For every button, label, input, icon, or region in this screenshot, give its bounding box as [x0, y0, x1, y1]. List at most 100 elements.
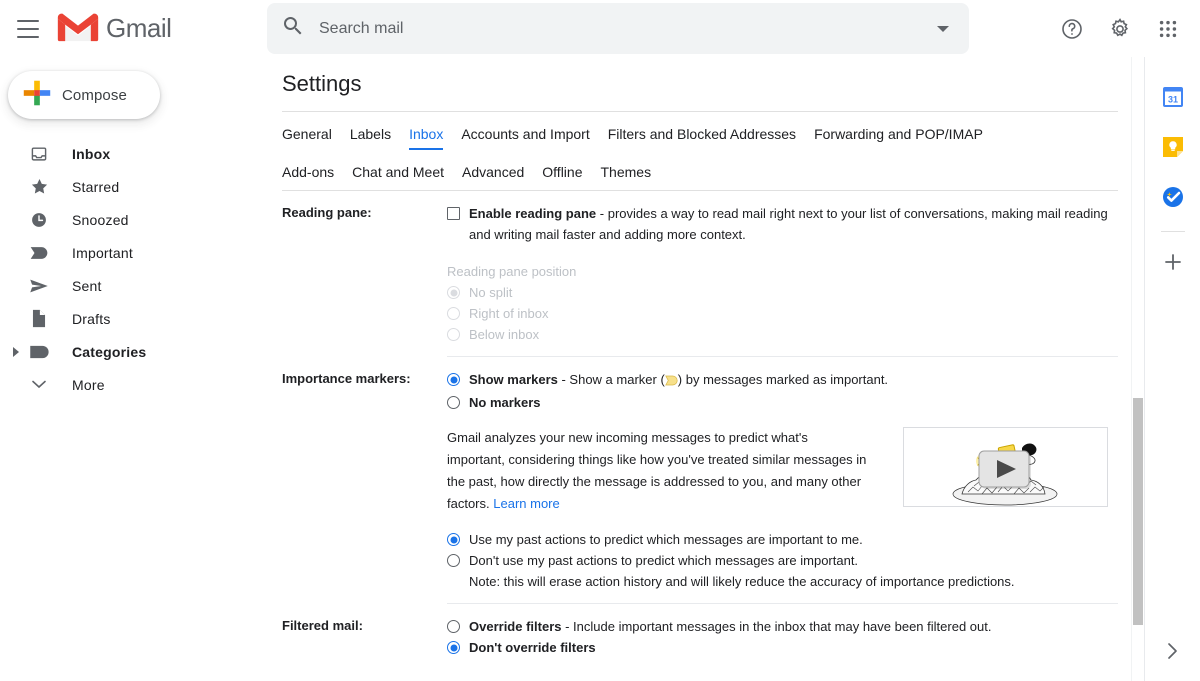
gmail-settings-page: Gmail Search mail Compose Inbox Starred … — [0, 0, 1200, 681]
settings-tabs-row-1: General Labels Inbox Accounts and Import… — [282, 112, 1118, 150]
plus-icon — [8, 76, 54, 115]
filtered-mail-row-label: Filtered mail: — [282, 618, 363, 633]
sidebar-item-label: Snoozed — [72, 211, 129, 228]
brand-label: Gmail — [106, 13, 172, 43]
right-of-inbox-radio — [447, 307, 460, 320]
dont-use-past-actions-label: Don't use my past actions to predict whi… — [469, 553, 859, 568]
below-inbox-radio — [447, 328, 460, 341]
google-apps-grid-icon[interactable] — [1144, 5, 1192, 53]
tab-chat-and-meet[interactable]: Chat and Meet — [352, 158, 444, 188]
label-tag-icon — [26, 345, 52, 359]
sidebar-item-inbox[interactable]: Inbox — [0, 137, 260, 170]
setting-row-reading-pane: Reading pane: Enable reading pane - prov… — [282, 191, 1118, 357]
enable-reading-pane-text: Enable reading pane - provides a way to … — [469, 203, 1118, 245]
tab-filters-and-blocked-addresses[interactable]: Filters and Blocked Addresses — [608, 120, 796, 150]
no-markers-radio[interactable] — [447, 396, 460, 409]
use-past-actions-label: Use my past actions to predict which mes… — [469, 532, 863, 547]
sidebar-item-sent[interactable]: Sent — [0, 269, 260, 302]
google-tasks-icon[interactable] — [1161, 185, 1185, 209]
page-title: Settings — [282, 71, 362, 96]
dont-use-past-actions-option[interactable]: Don't use my past actions to predict whi… — [447, 550, 1118, 592]
dont-override-filters-option[interactable]: Don't override filters — [447, 637, 1118, 658]
sidebar: Compose Inbox Starred Snoozed Important … — [0, 57, 260, 681]
clock-icon — [26, 211, 52, 229]
sidebar-item-snoozed[interactable]: Snoozed — [0, 203, 260, 236]
google-calendar-icon[interactable]: 31 — [1161, 85, 1185, 109]
draft-file-icon — [26, 309, 52, 328]
tab-inbox[interactable]: Inbox — [409, 120, 444, 150]
search-options-chevron-down-icon[interactable] — [923, 9, 963, 49]
tab-general[interactable]: General — [282, 120, 332, 150]
tab-forwarding-and-pop-imap[interactable]: Forwarding and POP/IMAP — [814, 120, 983, 150]
show-markers-desc-post: ) by messages marked as important. — [677, 372, 889, 387]
reading-pane-row-label: Reading pane: — [282, 205, 372, 220]
below-inbox-label: Below inbox — [469, 327, 540, 342]
header-actions — [1048, 0, 1192, 57]
sidebar-item-starred[interactable]: Starred — [0, 170, 260, 203]
sidebar-item-drafts[interactable]: Drafts — [0, 302, 260, 335]
gear-icon[interactable] — [1096, 5, 1144, 53]
tab-add-ons[interactable]: Add-ons — [282, 158, 334, 188]
no-split-radio — [447, 286, 460, 299]
no-markers-label: No markers — [469, 395, 541, 410]
chevron-right-icon[interactable] — [6, 346, 26, 357]
show-markers-text: Show markers - Show a marker () by messa… — [469, 369, 888, 392]
tab-labels[interactable]: Labels — [350, 120, 391, 150]
help-circle-icon[interactable] — [1048, 5, 1096, 53]
enable-reading-pane-option[interactable]: Enable reading pane - provides a way to … — [447, 203, 1118, 245]
search-bar[interactable] — [267, 3, 969, 54]
add-side-panel-plus-icon[interactable] — [1161, 250, 1185, 274]
use-past-actions-option[interactable]: Use my past actions to predict which mes… — [447, 529, 1118, 550]
important-marker-icon — [26, 245, 52, 261]
enable-reading-pane-label: Enable reading pane — [469, 206, 597, 221]
setting-row-importance-markers: Importance markers: Show markers - Show … — [282, 357, 1118, 604]
override-filters-option[interactable]: Override filters - Include important mes… — [447, 616, 1118, 637]
tab-offline[interactable]: Offline — [542, 158, 582, 188]
search-icon[interactable] — [267, 14, 305, 43]
sidebar-item-more[interactable]: More — [0, 368, 260, 401]
play-button-video-thumbnail[interactable]: ! — [903, 427, 1108, 507]
sidebar-item-label: Starred — [72, 178, 120, 195]
importance-explanation-text: Gmail analyzes your new incoming message… — [447, 427, 867, 515]
side-panel-divider — [1160, 231, 1185, 232]
reading-pane-options: Enable reading pane - provides a way to … — [447, 203, 1118, 357]
show-markers-radio[interactable] — [447, 373, 460, 386]
app-header: Gmail — [0, 0, 1200, 57]
importance-markers-row-label: Importance markers: — [282, 371, 411, 386]
sidebar-item-important[interactable]: Important — [0, 236, 260, 269]
section-divider — [447, 603, 1118, 604]
settings-content: Reading pane: Enable reading pane - prov… — [282, 191, 1118, 658]
reading-pane-position-label: Reading pane position — [447, 264, 577, 279]
importance-explanation-block: Gmail analyzes your new incoming message… — [447, 427, 1118, 515]
google-keep-icon[interactable] — [1161, 135, 1185, 159]
tab-advanced[interactable]: Advanced — [462, 158, 524, 188]
settings-main: Settings General Labels Inbox Accounts a… — [260, 57, 1140, 681]
no-split-label: No split — [469, 285, 513, 300]
enable-reading-pane-checkbox[interactable] — [447, 207, 460, 220]
sidebar-item-categories[interactable]: Categories — [0, 335, 260, 368]
dont-use-past-actions-radio[interactable] — [447, 554, 460, 567]
learn-more-link[interactable]: Learn more — [493, 496, 559, 511]
no-markers-option[interactable]: No markers — [447, 392, 1118, 413]
reading-pane-position-below-inbox: Below inbox — [447, 324, 1118, 345]
inbox-icon — [26, 145, 52, 163]
dont-override-filters-radio[interactable] — [447, 641, 460, 654]
use-past-actions-radio[interactable] — [447, 533, 460, 546]
hamburger-menu-icon[interactable] — [4, 5, 52, 53]
content-scrollbar-thumb[interactable] — [1133, 398, 1143, 625]
tab-themes[interactable]: Themes — [601, 158, 652, 188]
reading-pane-position-right-of-inbox: Right of inbox — [447, 303, 1118, 324]
override-filters-radio[interactable] — [447, 620, 460, 633]
sidebar-nav-list: Inbox Starred Snoozed Important Sent Dra… — [0, 137, 260, 401]
show-markers-option[interactable]: Show markers - Show a marker () by messa… — [447, 369, 1118, 392]
compose-button[interactable]: Compose — [8, 71, 160, 119]
sidebar-item-label: Categories — [72, 343, 147, 360]
sidebar-item-label: More — [72, 376, 105, 393]
importance-marker-icon — [664, 371, 678, 392]
dont-override-filters-label: Don't override filters — [469, 640, 596, 655]
search-input[interactable] — [317, 18, 923, 39]
tab-accounts-and-import[interactable]: Accounts and Import — [461, 120, 589, 150]
expand-side-panel-chevron-right-icon[interactable] — [1161, 639, 1185, 663]
gmail-brand[interactable]: Gmail — [56, 10, 172, 48]
override-filters-label: Override filters — [469, 619, 562, 634]
